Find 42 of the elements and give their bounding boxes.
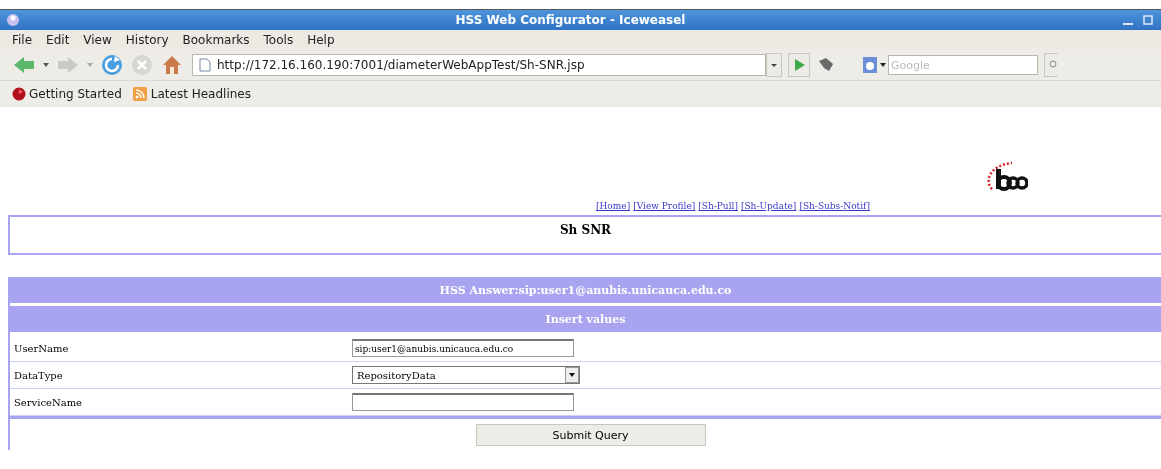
section-header: Insert values xyxy=(10,306,1161,332)
page-icon xyxy=(199,58,211,72)
menu-item[interactable]: File xyxy=(12,33,33,47)
address-bar[interactable]: http://172.16.160.190:7001/diameterWebAppTest/Sh-SNR.jsp xyxy=(192,54,766,76)
nav-link[interactable]: [Sh-Pull] xyxy=(698,201,738,211)
input-field[interactable] xyxy=(352,393,574,411)
search-field[interactable]: Google xyxy=(888,55,1038,75)
forward-arrow-icon xyxy=(56,55,80,75)
dropdown-icon[interactable] xyxy=(565,367,579,383)
go-icon[interactable] xyxy=(788,53,810,77)
menu-item[interactable]: History xyxy=(125,33,169,47)
caret-icon xyxy=(86,61,94,69)
back-arrow-icon[interactable] xyxy=(12,55,36,75)
window-title: HSS Web Configurator - Iceweasel xyxy=(454,13,687,27)
reload-icon[interactable] xyxy=(100,53,124,77)
answer-header: HSS Answer:sip:user1@anubis.unicauca.edu.co xyxy=(10,277,1161,303)
maximize-icon[interactable] xyxy=(1141,13,1155,27)
select-field[interactable]: RepositoryData xyxy=(352,366,580,384)
nav-link[interactable]: [Home] xyxy=(596,201,631,211)
nav-link[interactable]: [View Profile] xyxy=(633,201,696,211)
bookmark-link[interactable]: Getting Started xyxy=(12,87,122,101)
field-label: UserName xyxy=(13,342,70,354)
bookmark-link[interactable]: Latest Headlines xyxy=(131,86,251,102)
menu-item[interactable]: Bookmarks xyxy=(182,33,250,47)
menu-item[interactable]: View xyxy=(83,33,112,47)
stop-icon xyxy=(130,53,154,77)
menu-item[interactable]: Tools xyxy=(263,33,294,47)
nav-link[interactable]: [Sh-Update] xyxy=(740,201,797,211)
field-label: ServiceName xyxy=(13,396,84,408)
menu-item[interactable]: Edit xyxy=(46,33,70,47)
search-icon[interactable] xyxy=(1044,53,1058,77)
search-engine-icon[interactable] xyxy=(862,56,888,74)
submit-button[interactable]: Submit Query xyxy=(475,424,706,446)
nav-link[interactable]: [Sh-Subs-Notif] xyxy=(799,201,870,211)
input-field[interactable]: sip:user1@anubis.unicauca.edu.co xyxy=(352,339,574,357)
menu-item[interactable]: Help xyxy=(307,33,335,47)
caret-icon[interactable] xyxy=(42,61,50,69)
app-icon xyxy=(6,13,20,27)
feed-icon xyxy=(131,86,148,102)
field-label: DataType xyxy=(13,369,64,381)
page-heading: Sh SNR xyxy=(559,223,612,239)
globe-icon xyxy=(12,87,26,101)
